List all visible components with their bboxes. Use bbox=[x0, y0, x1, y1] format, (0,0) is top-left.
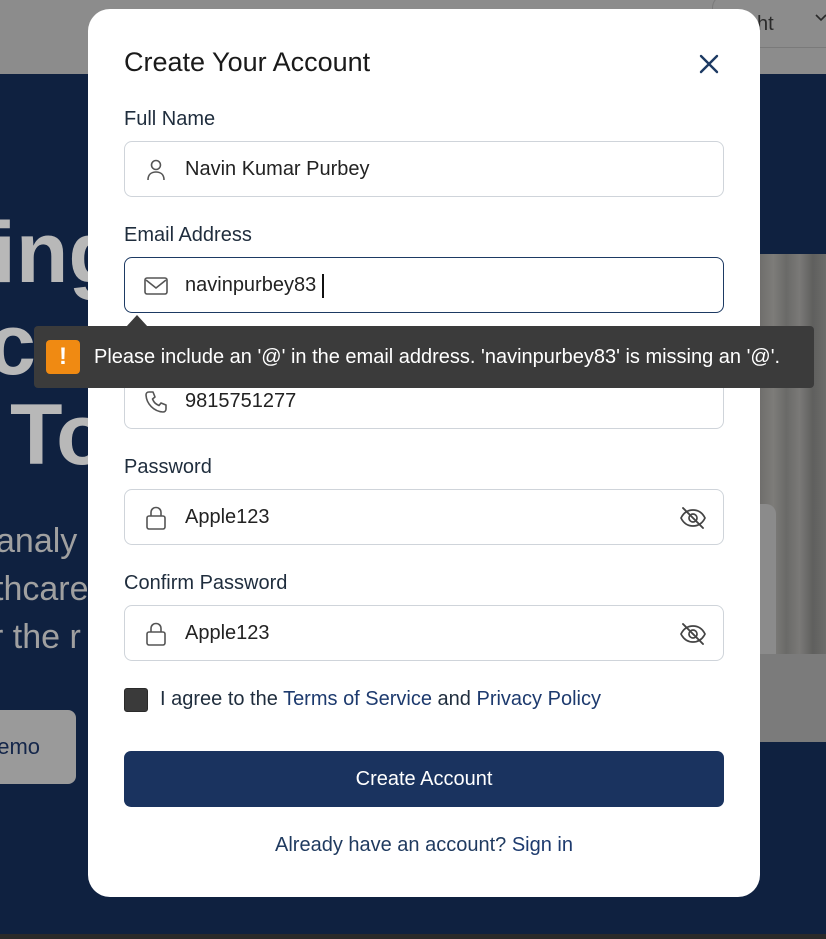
signin-prompt: Already have an account? bbox=[275, 834, 512, 856]
validation-tooltip: ! Please include an '@' in the email add… bbox=[34, 326, 814, 388]
hero-paragraph-line-3: r the r bbox=[0, 618, 81, 656]
eye-off-icon[interactable] bbox=[679, 621, 707, 647]
agree-middle: and bbox=[432, 688, 477, 710]
password-label: Password bbox=[124, 456, 212, 478]
agree-label: I agree to the Terms of Service and Priv… bbox=[160, 688, 601, 711]
lock-icon bbox=[146, 506, 166, 530]
warning-icon: ! bbox=[46, 340, 80, 374]
privacy-policy-link[interactable]: Privacy Policy bbox=[476, 688, 600, 710]
password-input[interactable] bbox=[185, 490, 655, 544]
terms-of-service-link[interactable]: Terms of Service bbox=[283, 688, 432, 710]
agree-prefix: I agree to the bbox=[160, 688, 284, 710]
user-icon bbox=[147, 159, 165, 181]
phone-icon bbox=[145, 391, 167, 413]
confirm-password-label: Confirm Password bbox=[124, 572, 288, 594]
confirm-password-input[interactable] bbox=[185, 606, 655, 660]
full-name-input[interactable] bbox=[185, 142, 655, 196]
full-name-label: Full Name bbox=[124, 108, 216, 130]
create-account-modal: Create Your Account Full Name Email Addr… bbox=[88, 9, 760, 897]
eye-off-icon[interactable] bbox=[679, 505, 707, 531]
create-account-button[interactable]: Create Account bbox=[124, 751, 724, 807]
password-field[interactable] bbox=[124, 489, 724, 545]
hero-paragraph-line-2: thcare bbox=[0, 570, 89, 608]
lock-icon bbox=[146, 622, 166, 646]
chevron-down-icon bbox=[815, 14, 826, 22]
confirm-password-field[interactable] bbox=[124, 605, 724, 661]
close-icon bbox=[699, 54, 719, 74]
validation-message: Please include an '@' in the email addre… bbox=[94, 346, 781, 368]
page-bottom-bar bbox=[0, 934, 826, 939]
hero-paragraph-line-1: analy bbox=[0, 522, 78, 560]
mail-icon bbox=[144, 277, 168, 295]
close-button[interactable] bbox=[692, 47, 726, 81]
agree-checkbox[interactable] bbox=[124, 688, 148, 712]
email-input[interactable] bbox=[185, 258, 655, 312]
sign-in-link[interactable]: Sign in bbox=[512, 834, 573, 856]
email-field[interactable] bbox=[124, 257, 724, 313]
full-name-field[interactable] bbox=[124, 141, 724, 197]
demo-button[interactable]: emo bbox=[0, 710, 76, 784]
text-caret bbox=[322, 274, 324, 298]
modal-title: Create Your Account bbox=[124, 47, 371, 77]
email-label: Email Address bbox=[124, 224, 252, 246]
signin-row: Already have an account? Sign in bbox=[88, 834, 760, 857]
